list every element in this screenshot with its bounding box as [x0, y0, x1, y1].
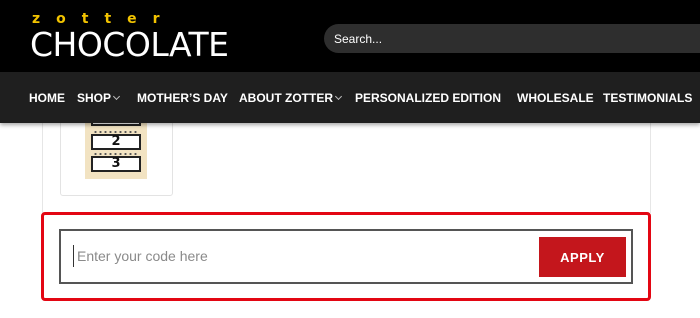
nav-personalized-edition-label: PERSONALIZED EDITION [355, 91, 502, 105]
coupon-form: APPLY [59, 229, 633, 284]
nav-testimonials[interactable]: TESTIMONIALS [603, 91, 692, 105]
nav-about-zotter-label: ABOUT ZOTTER [239, 91, 333, 105]
film-frame-3: 3 [91, 156, 141, 172]
chevron-down-icon [334, 92, 343, 101]
apply-coupon-button[interactable]: APPLY [539, 237, 626, 277]
film-frame-2: 2 [91, 134, 141, 150]
logo-chocolate-text: CHOCOLATE [30, 25, 229, 64]
nav-home-label: HOME [29, 91, 65, 105]
content-border-right [650, 123, 651, 213]
nav-home[interactable]: HOME [29, 91, 65, 105]
nav-personalized-edition[interactable]: PERSONALIZED EDITION [355, 91, 501, 105]
zotter-logo[interactable]: zotter CHOCOLATE [30, 12, 260, 64]
site-header: zotter CHOCOLATE [0, 0, 700, 72]
search-input[interactable] [334, 30, 694, 47]
nav-wholesale-label: WHOLESALE [517, 91, 594, 105]
nav-mothers-day-label: MOTHER’S DAY [137, 91, 228, 105]
coupon-code-input[interactable] [73, 245, 513, 267]
nav-about-zotter[interactable]: ABOUT ZOTTER [239, 91, 343, 105]
main-nav: HOME SHOP MOTHER’S DAY ABOUT ZOTTER PERS… [0, 72, 700, 123]
nav-shop-label: SHOP [77, 91, 112, 105]
content-border-left [42, 123, 43, 213]
nav-wholesale[interactable]: WHOLESALE [517, 91, 594, 105]
nav-testimonials-label: TESTIMONIALS [603, 91, 693, 105]
chevron-down-icon [112, 92, 121, 101]
nav-mothers-day[interactable]: MOTHER’S DAY [137, 91, 228, 105]
search-bar[interactable] [324, 24, 700, 53]
nav-shop[interactable]: SHOP [77, 91, 121, 105]
logo-brand-text: zotter [32, 11, 176, 27]
